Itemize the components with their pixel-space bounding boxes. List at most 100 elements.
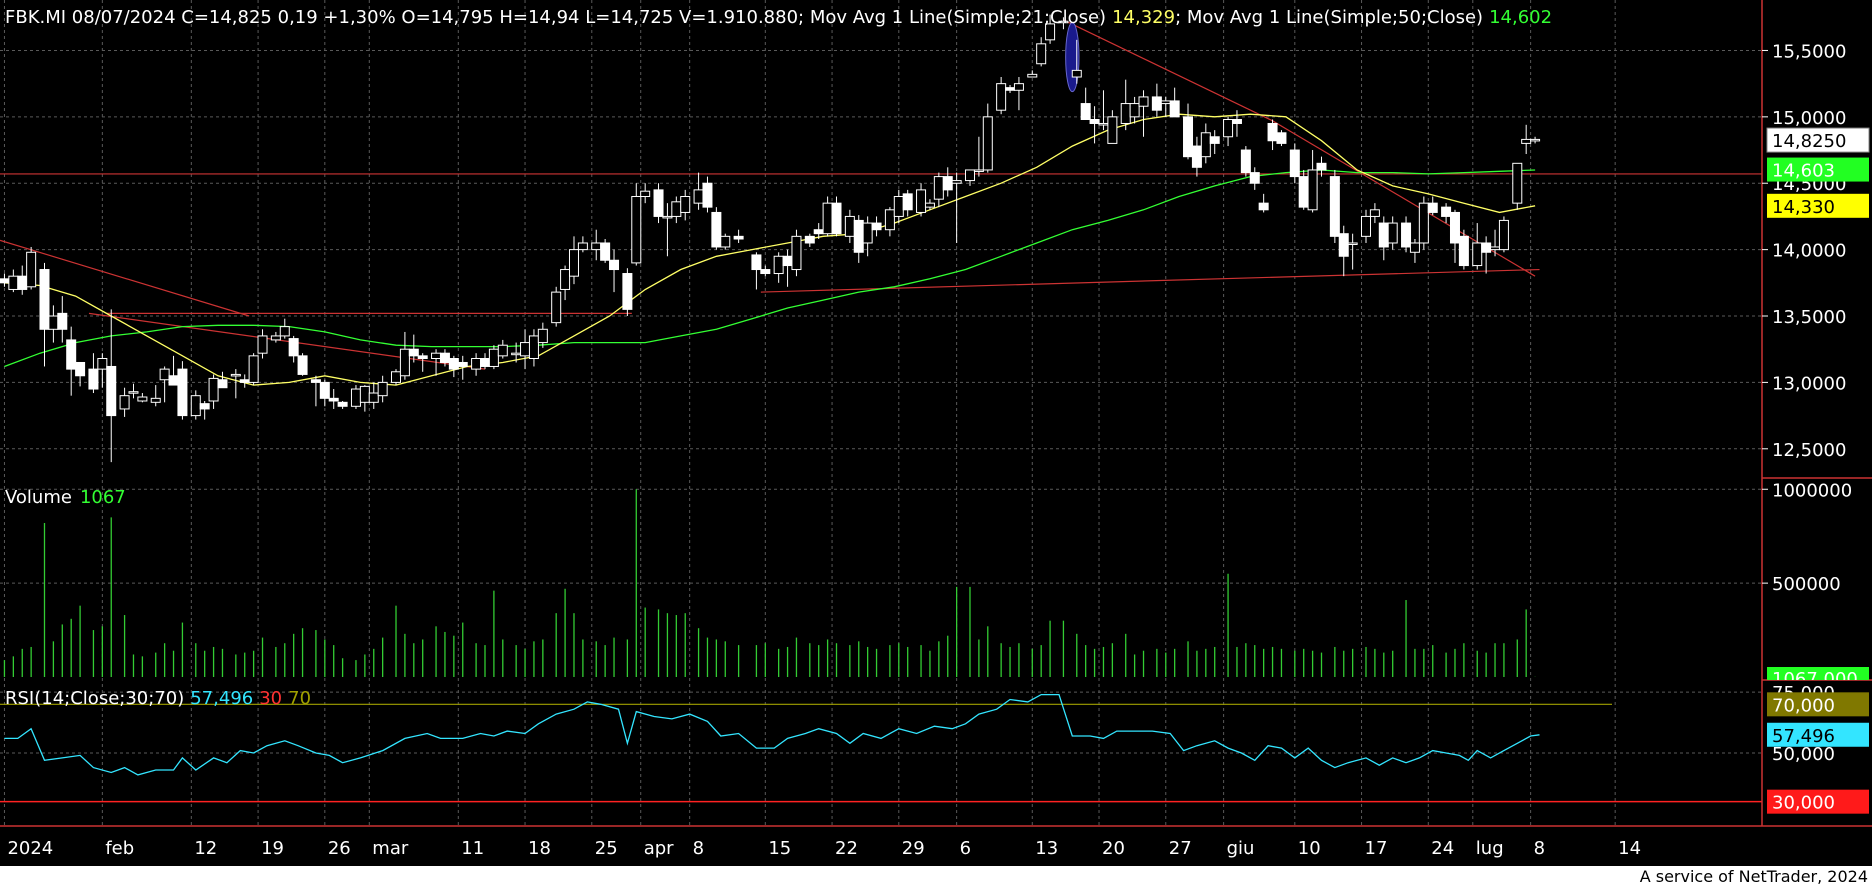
rsi-label: RSI(14;Close;30;70) — [5, 688, 184, 709]
x-axis-label: 6 — [960, 838, 971, 859]
candle-body — [97, 358, 108, 370]
candle-body — [551, 291, 562, 324]
volume-label: Volume — [5, 487, 72, 508]
x-axis-label: 19 — [261, 838, 284, 859]
candle-body — [537, 328, 548, 344]
candle-body — [359, 385, 370, 403]
candle-body — [1512, 162, 1523, 204]
x-axis-label: 20 — [1102, 838, 1125, 859]
price-header: FBK.MI 08/07/2024 C=14,825 0,19 +1,30% O… — [5, 7, 1552, 28]
candle-body — [88, 368, 99, 390]
candle-body — [75, 361, 86, 377]
candle-body — [1223, 119, 1234, 138]
candle-body — [1200, 132, 1211, 158]
candle-body — [1378, 222, 1389, 248]
candle-body — [1080, 103, 1091, 120]
candle-body — [488, 348, 499, 367]
price-tick-label: 15,0000 — [1772, 108, 1846, 129]
candle-body — [782, 255, 793, 267]
candle-body — [439, 352, 450, 363]
candle-body — [916, 189, 927, 213]
candle-body — [1276, 132, 1287, 144]
candle-body — [1458, 235, 1469, 267]
candle-body — [1183, 116, 1194, 158]
candle-body — [1298, 176, 1309, 208]
candle-body — [1360, 215, 1371, 237]
candle-body — [791, 235, 802, 271]
axes: 2024 feb 12 19 26 mar 11 18 25 apr 8 15 22 29 6 13 20 27 g… — [0, 0, 1872, 859]
volume-header: Volume 1067 — [5, 487, 126, 508]
candle-body — [408, 348, 419, 357]
candle-body — [1449, 211, 1460, 244]
candle-body — [310, 379, 321, 383]
x-axis-label: 13 — [1035, 838, 1058, 859]
candle-body — [924, 202, 935, 208]
ma50-label: ; Mov Avg 1 Line(Simple;50;Close) — [1175, 7, 1483, 28]
candle-body — [377, 381, 388, 397]
candle-body — [39, 269, 50, 330]
ma21-label: ; Mov Avg 1 Line(Simple;21;Close) — [798, 7, 1106, 28]
candle-body — [844, 215, 855, 237]
candle-body — [933, 176, 944, 200]
candle-body — [902, 193, 913, 211]
rsi-indicator — [0, 693, 1762, 803]
candle-body — [57, 312, 68, 330]
x-axis-label: 10 — [1298, 838, 1321, 859]
candle-body — [702, 182, 713, 208]
x-axis-label: mar — [372, 838, 409, 859]
candle-body — [942, 176, 953, 191]
candle-body — [1490, 246, 1501, 251]
candle-body — [662, 215, 673, 219]
candle-body — [0, 278, 10, 284]
x-axis-label: 8 — [1534, 838, 1545, 859]
candle-body — [577, 242, 588, 251]
candle-body — [1418, 202, 1429, 244]
candle-body — [1036, 43, 1047, 65]
candle-body — [609, 259, 620, 271]
candle-body — [328, 397, 339, 402]
candle-body — [862, 222, 873, 244]
candle-body — [128, 391, 139, 394]
candle-body — [528, 335, 539, 359]
candle-body — [671, 201, 682, 217]
trendline — [1063, 19, 1273, 122]
candle-body — [751, 254, 762, 271]
ma21-value: 14,329 — [1112, 7, 1175, 28]
x-axis-label: 15 — [768, 838, 791, 859]
candle-body — [622, 273, 633, 310]
candle-body — [884, 209, 895, 231]
candle-body — [1409, 242, 1420, 253]
candle-body — [26, 251, 37, 288]
candle-body — [1071, 69, 1082, 78]
candle-body — [1387, 222, 1398, 244]
footer: A service of NetTrader, 2024 — [0, 866, 1872, 888]
candle-body — [773, 255, 784, 275]
candle-body — [279, 326, 290, 337]
candle-body — [720, 235, 731, 248]
price-tick-label: 15,5000 — [1772, 41, 1846, 62]
candle-body — [150, 397, 161, 403]
candle-body — [8, 275, 19, 290]
candle-body — [760, 269, 771, 275]
candle-body — [711, 211, 722, 248]
rsi-low-level: 30 — [259, 688, 282, 709]
candle-body — [568, 249, 579, 277]
candle-body — [511, 352, 522, 356]
candle-body — [982, 116, 993, 171]
volume-value: 1067 — [80, 487, 126, 508]
candle-body — [1427, 202, 1438, 213]
candle-body — [1249, 172, 1260, 184]
candle-body — [1089, 119, 1100, 124]
candle-body — [168, 375, 179, 386]
candle-body — [693, 189, 704, 204]
candle-body — [1013, 83, 1024, 91]
candle-body — [1191, 145, 1202, 168]
candle-body — [248, 355, 259, 383]
candle-body — [1129, 103, 1140, 118]
candle-body — [1107, 116, 1118, 144]
candle-body — [853, 219, 864, 253]
candle-body — [270, 335, 281, 341]
x-axis-label: 18 — [528, 838, 551, 859]
volume-tick-label: 500000 — [1772, 574, 1841, 595]
candle-body — [560, 269, 571, 290]
